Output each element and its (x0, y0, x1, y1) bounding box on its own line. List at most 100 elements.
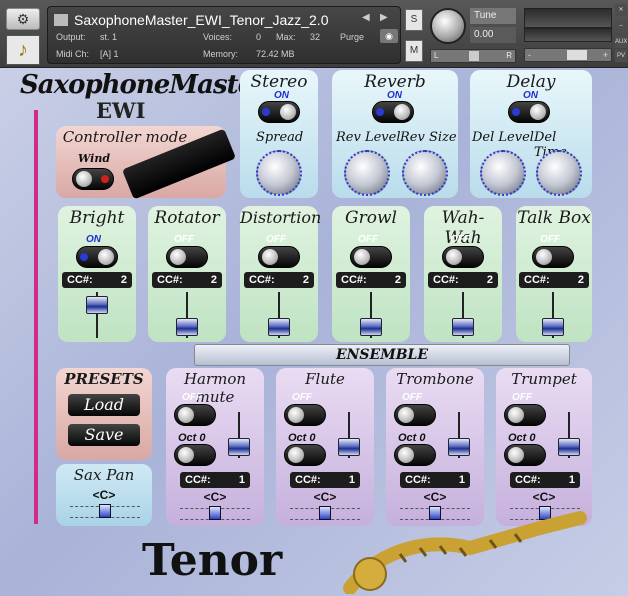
cc-label: CC#: (295, 474, 321, 486)
trumpet-cc[interactable]: CC#: 1 (510, 472, 580, 488)
trombone-panel: Trombone OFF Oct 0 CC#: 1 <C> (386, 368, 484, 526)
trumpet-oct-toggle[interactable] (504, 444, 546, 466)
pan-handle[interactable] (469, 51, 479, 61)
stereo-panel: Stereo ON Spread (240, 70, 318, 198)
pv-button[interactable]: PV (615, 50, 627, 62)
memory-label: Memory: (203, 49, 239, 59)
delay-state: ON (523, 90, 538, 101)
talkbox-fader[interactable] (542, 318, 564, 336)
delay-toggle[interactable] (508, 101, 550, 123)
cc-value: 1 (238, 474, 245, 486)
aux-button[interactable]: AUX (615, 36, 627, 48)
max-value[interactable]: 32 (310, 32, 320, 42)
wind-toggle[interactable] (72, 168, 114, 190)
distortion-title: Distortion (240, 208, 322, 227)
bright-toggle[interactable] (76, 246, 118, 268)
purge-button[interactable]: Purge (340, 32, 364, 42)
growl-fader[interactable] (360, 318, 382, 336)
mute-button[interactable]: M (405, 40, 423, 62)
prev-instrument-icon[interactable]: ◀ (362, 12, 370, 23)
rotator-state: OFF (174, 234, 194, 245)
wrench-icon[interactable]: ⚙ (6, 8, 40, 30)
distortion-cc[interactable]: CC#: 2 (244, 272, 314, 288)
level-meter-right (524, 28, 612, 42)
del-time-knob[interactable] (536, 150, 582, 196)
midi-label: Midi Ch: (56, 49, 90, 59)
growl-cc[interactable]: CC#: 2 (336, 272, 406, 288)
volume-slider[interactable]: - + (524, 48, 612, 62)
sax-pan-handle[interactable] (99, 504, 111, 518)
pan-slider[interactable]: L R (430, 49, 516, 63)
bright-fader[interactable] (86, 296, 108, 314)
voices-value: 0 (256, 32, 262, 42)
trombone-oct-toggle[interactable] (394, 444, 436, 466)
flute-pan-handle[interactable] (319, 506, 331, 520)
next-instrument-icon[interactable]: ▶ (380, 12, 388, 23)
harmon-mute-pan-slider[interactable] (180, 506, 250, 520)
save-button[interactable]: Save (68, 424, 140, 446)
rotator-fader[interactable] (176, 318, 198, 336)
sax-pan-panel: Sax Pan <C> (56, 464, 152, 526)
flute-oct-toggle[interactable] (284, 444, 326, 466)
saxophone-thumbnail-icon: ♪ (6, 35, 40, 65)
trombone-toggle[interactable] (394, 404, 436, 426)
talkbox-state: OFF (540, 234, 560, 245)
minimize-icon[interactable]: – (615, 20, 627, 32)
close-icon[interactable]: ✕ (615, 4, 627, 16)
trumpet-toggle[interactable] (504, 404, 546, 426)
flute-panel: Flute OFF Oct 0 CC#: 1 <C> (276, 368, 374, 526)
wahwah-fader[interactable] (452, 318, 474, 336)
talkbox-cc[interactable]: CC#: 2 (519, 272, 589, 288)
harmon-mute-cc[interactable]: CC#: 1 (180, 472, 250, 488)
trombone-state: OFF (402, 392, 422, 403)
delay-panel: Delay ON Del Level Del Time (470, 70, 592, 198)
tune-knob[interactable] (430, 8, 466, 44)
volume-plus: + (602, 50, 608, 60)
wahwah-toggle[interactable] (442, 246, 484, 268)
flute-cc[interactable]: CC#: 1 (290, 472, 360, 488)
stereo-toggle[interactable] (258, 101, 300, 123)
distortion-toggle[interactable] (258, 246, 300, 268)
cc-value: 2 (577, 274, 584, 286)
output-value[interactable]: st. 1 (100, 32, 117, 42)
rev-size-knob[interactable] (402, 150, 448, 196)
tune-value[interactable]: 0.00 (470, 27, 516, 43)
trombone-fader[interactable] (448, 438, 470, 456)
harmon-mute-pan-value: <C> (203, 490, 227, 504)
talkbox-toggle[interactable] (532, 246, 574, 268)
midi-value[interactable]: [A] 1 (100, 49, 119, 59)
effect-panel-talkbox: Talk Box OFF CC#: 2 (516, 206, 592, 342)
flute-pan-value: <C> (313, 490, 337, 504)
harmon-mute-fader[interactable] (228, 438, 250, 456)
wahwah-cc[interactable]: CC#: 2 (428, 272, 498, 288)
rev-level-knob[interactable] (344, 150, 390, 196)
harmon-mute-state: OFF (182, 392, 202, 403)
reverb-title: Reverb (364, 72, 426, 92)
trumpet-fader[interactable] (558, 438, 580, 456)
spread-knob[interactable] (256, 150, 302, 196)
harmon-mute-oct-toggle[interactable] (174, 444, 216, 466)
harmon-mute-pan-handle[interactable] (209, 506, 221, 520)
cc-value: 2 (302, 274, 309, 286)
cc-label: CC#: (157, 274, 183, 286)
tune-label: Tune (470, 8, 516, 24)
flute-toggle[interactable] (284, 404, 326, 426)
rotator-cc[interactable]: CC#: 2 (152, 272, 222, 288)
solo-button[interactable]: S (405, 9, 423, 31)
saxophone-image (343, 511, 587, 594)
sax-pan-slider[interactable] (70, 504, 140, 518)
reverb-toggle[interactable] (372, 101, 414, 123)
instrument-name[interactable]: SaxophoneMaster_EWI_Tenor_Jazz_2.0 (74, 12, 328, 28)
bright-cc[interactable]: CC#: 2 (62, 272, 132, 288)
load-button[interactable]: Load (68, 394, 140, 416)
trombone-cc[interactable]: CC#: 1 (400, 472, 470, 488)
growl-toggle[interactable] (350, 246, 392, 268)
distortion-fader[interactable] (268, 318, 290, 336)
del-level-knob[interactable] (480, 150, 526, 196)
rotator-toggle[interactable] (166, 246, 208, 268)
flute-fader[interactable] (338, 438, 360, 456)
cc-value: 2 (210, 274, 217, 286)
volume-handle[interactable] (567, 50, 587, 60)
camera-icon[interactable]: ◉ (380, 29, 398, 43)
harmon-mute-toggle[interactable] (174, 404, 216, 426)
